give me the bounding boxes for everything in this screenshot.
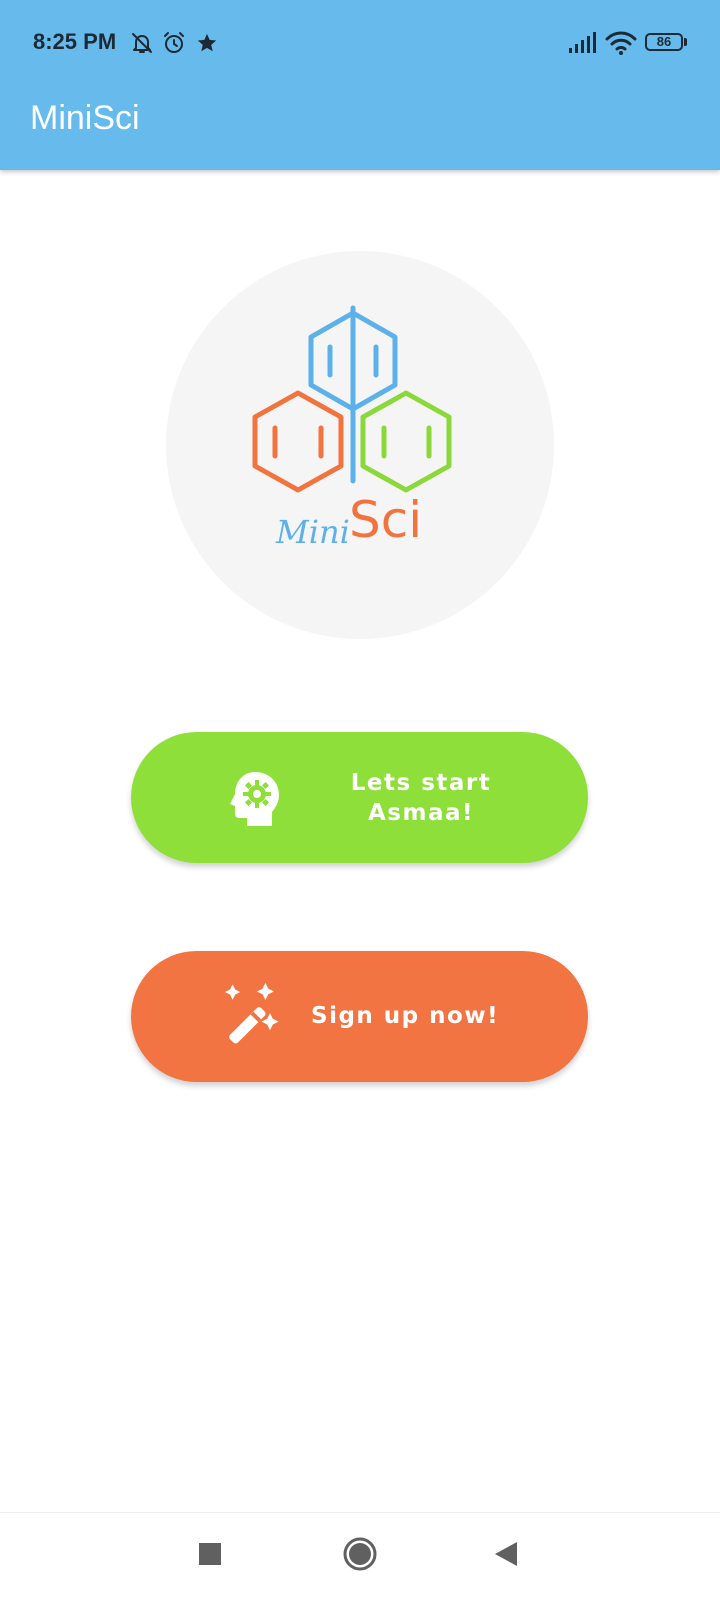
hexagon-logo-graphic <box>252 305 452 493</box>
app-bar: 8:25 PM 86 MiniSci <box>0 0 720 170</box>
wifi-icon <box>605 31 637 55</box>
lets-start-label-line1: Lets start <box>350 770 492 796</box>
sign-up-button[interactable]: Sign up now! <box>131 951 588 1082</box>
home-circle-icon[interactable] <box>343 1537 377 1571</box>
battery-icon: 86 <box>645 33 683 51</box>
signal-icon <box>569 32 596 53</box>
battery-level: 86 <box>656 34 672 49</box>
system-nav-bar <box>0 1512 720 1601</box>
bell-off-icon <box>132 33 152 53</box>
head-gear-icon <box>230 772 279 826</box>
status-bar: 8:25 PM 86 <box>0 0 720 86</box>
logo: Mini Sci <box>166 251 554 639</box>
status-time: 8:25 PM <box>33 29 117 54</box>
recents-square-icon[interactable] <box>199 1543 221 1565</box>
logo-text-mini: Mini <box>276 513 350 551</box>
app-title: MiniSci <box>30 99 140 137</box>
sign-up-label: Sign up now! <box>311 1003 500 1029</box>
lets-start-button[interactable]: Lets start Asmaa! <box>131 732 588 863</box>
alarm-icon <box>164 32 184 53</box>
lets-start-label-line2: Asmaa! <box>368 800 474 826</box>
star-icon <box>197 33 217 52</box>
logo-text-sci: Sci <box>349 491 423 549</box>
back-triangle-icon[interactable] <box>495 1542 517 1566</box>
battery-tip <box>684 38 687 46</box>
magic-wand-icon <box>224 982 279 1044</box>
lets-start-label: Lets start Asmaa! <box>321 768 521 828</box>
